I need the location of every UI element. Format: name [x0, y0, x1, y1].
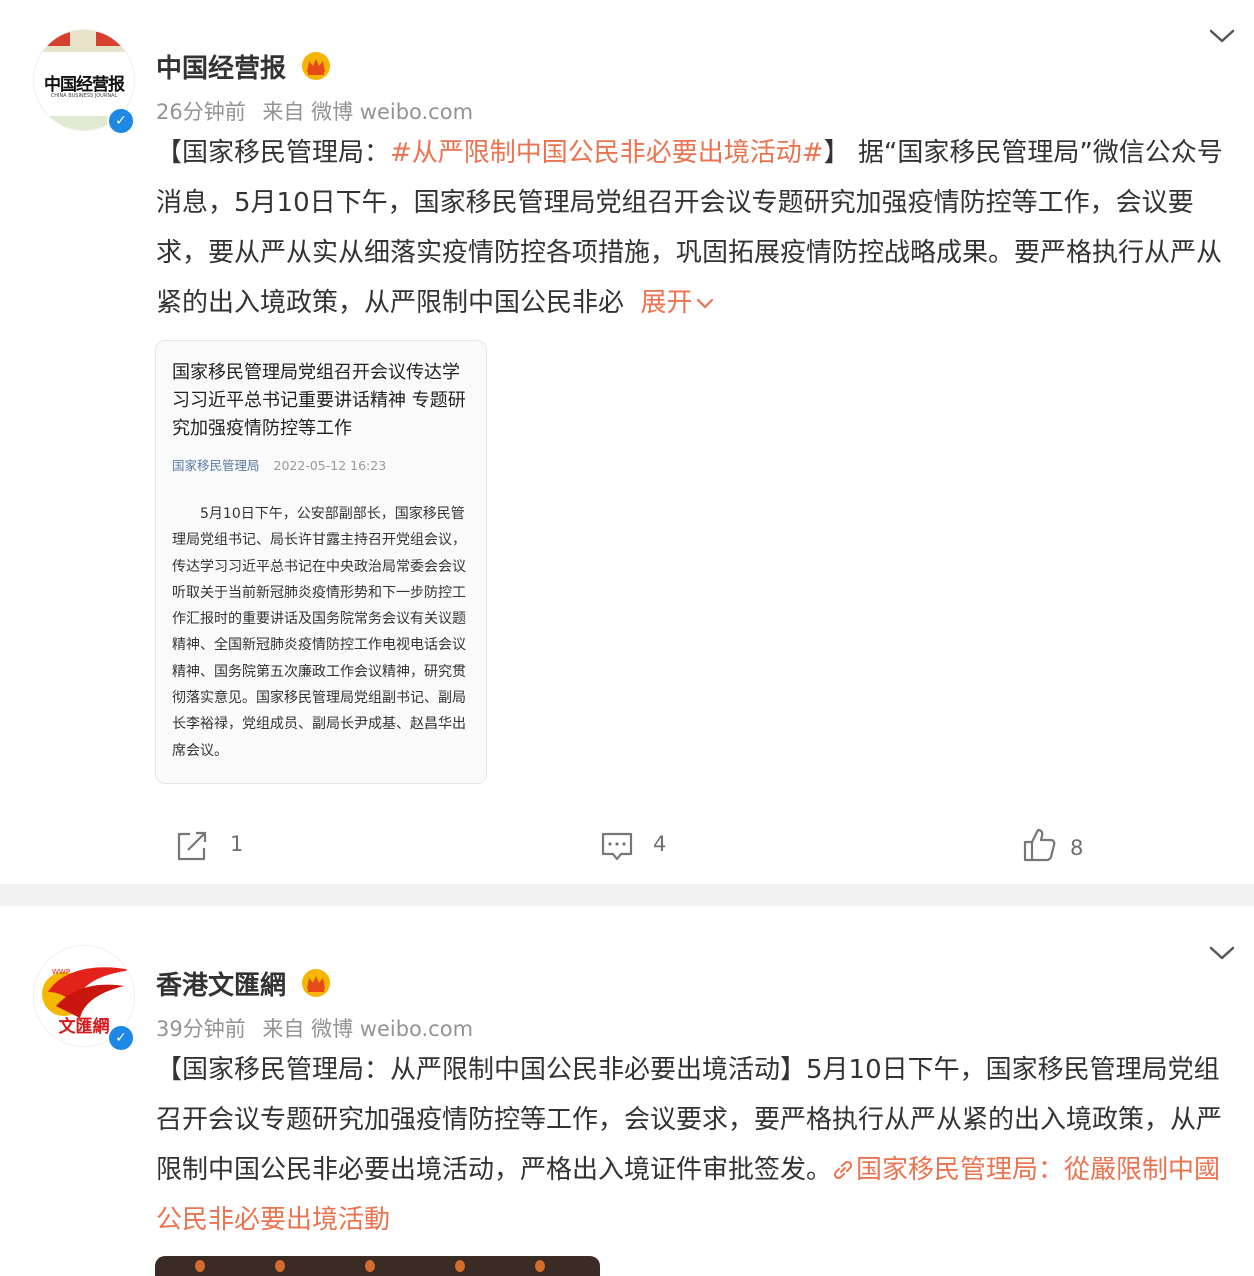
share-icon — [177, 831, 207, 861]
avatar-logo-text: 中国经营报 — [44, 75, 125, 95]
post-image[interactable] — [155, 1256, 600, 1276]
svg-text:WWP: WWP — [52, 968, 70, 976]
chevron-down-icon[interactable] — [1208, 26, 1236, 46]
post-text: 【国家移民管理局：#从严限制中国公民非必要出境活动#】 据“国家移民管理局”微信… — [156, 128, 1236, 328]
article-card[interactable]: 国家移民管理局党组召开会议传达学习习近平总书记重要讲话精神 专题研究加强疫情防控… — [155, 340, 487, 784]
chevron-down-icon — [696, 298, 713, 309]
verified-icon: ✓ — [107, 1024, 135, 1052]
like-icon — [1023, 828, 1056, 862]
author-name[interactable]: 香港文匯網 — [156, 965, 286, 1002]
post-separator — [0, 884, 1254, 906]
article-source: 国家移民管理局 — [172, 458, 260, 473]
post-source: 来自 微博 weibo.com — [262, 1017, 474, 1041]
comment-icon — [601, 832, 633, 861]
crown-badge-icon[interactable] — [300, 50, 332, 82]
like-count: 8 — [1070, 836, 1084, 860]
verified-icon: ✓ — [107, 107, 135, 135]
post-meta: 26分钟前 来自 微博 weibo.com — [156, 96, 473, 126]
author-name[interactable]: 中国经营报 — [156, 48, 286, 85]
article-title: 国家移民管理局党组召开会议传达学习习近平总书记重要讲话精神 专题研究加强疫情防控… — [172, 362, 466, 439]
link-icon — [833, 1160, 853, 1180]
avatar-logo-text: 文匯網 — [59, 1016, 110, 1037]
avatar-logo-subtext: CHINA BUSINESS JOURNAL — [50, 93, 118, 99]
post-text: 【国家移民管理局：从严限制中国公民非必要出境活动】5月10日下午，国家移民管理局… — [156, 1045, 1226, 1245]
article-body: 5月10日下午，公安部副部长，国家移民管理局党组书记、局长许甘露主持召开党组会议… — [172, 506, 466, 759]
hashtag-link[interactable]: #从严限制中国公民非必要出境活动# — [390, 138, 824, 168]
share-count: 1 — [230, 832, 244, 856]
article-meta: 国家移民管理局 2022-05-12 16:23 — [172, 455, 386, 474]
comment-button[interactable]: 4 — [600, 826, 680, 866]
like-button[interactable]: 8 — [1022, 826, 1102, 866]
post-text-prefix: 【国家移民管理局： — [156, 138, 391, 168]
expand-label: 展开 — [640, 288, 693, 318]
post-source: 来自 微博 weibo.com — [262, 100, 474, 124]
expand-button[interactable]: 展开 — [641, 288, 715, 318]
article-date: 2022-05-12 16:23 — [273, 458, 387, 473]
post-time[interactable]: 26分钟前 — [156, 100, 246, 124]
comment-count: 4 — [653, 832, 667, 856]
share-button[interactable]: 1 — [174, 826, 254, 866]
post-time[interactable]: 39分钟前 — [156, 1017, 246, 1041]
chevron-down-icon[interactable] — [1208, 943, 1236, 963]
post-meta: 39分钟前 来自 微博 weibo.com — [156, 1013, 473, 1043]
crown-badge-icon[interactable] — [300, 967, 332, 999]
